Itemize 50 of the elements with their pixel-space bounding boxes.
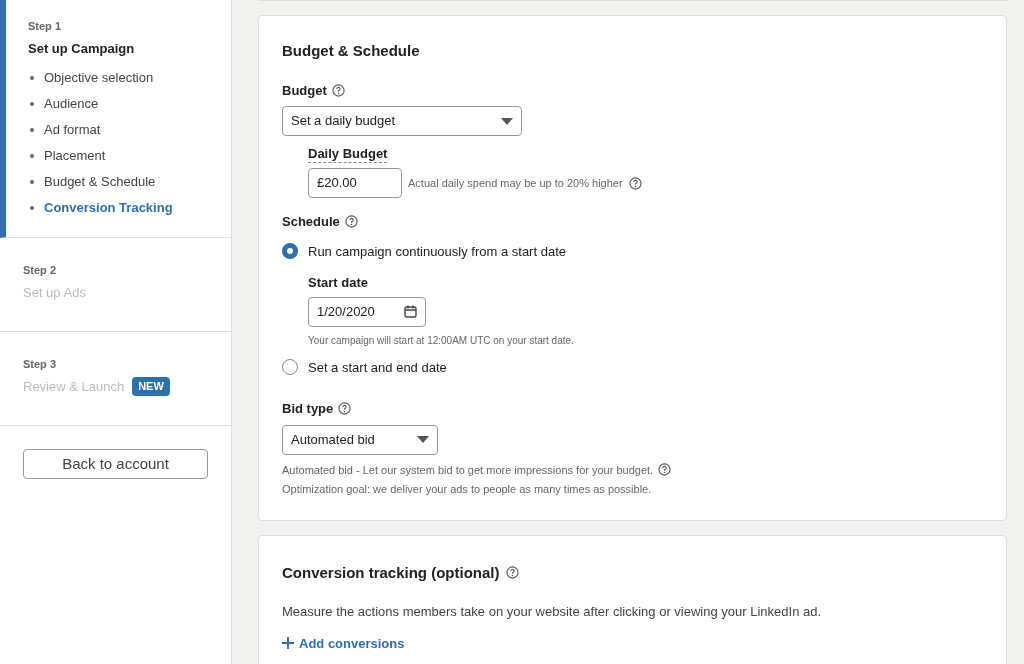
- step-item[interactable]: Objective selection: [44, 69, 154, 87]
- radio-label: Run campaign continuously from a start date: [308, 242, 566, 261]
- help-icon[interactable]: [505, 566, 519, 580]
- help-icon[interactable]: [344, 215, 358, 229]
- section-title: Conversion tracking (optional): [282, 562, 500, 583]
- field-label: Start date: [308, 274, 369, 292]
- calendar-icon: [404, 305, 417, 318]
- daily-budget-field[interactable]: £20.00: [308, 168, 402, 198]
- step-title: Review & Launch: [23, 377, 125, 396]
- bullet-icon: [30, 76, 34, 80]
- help-icon[interactable]: [338, 402, 352, 416]
- hint-text: Actual daily spend may be up to 20% higher: [408, 175, 623, 191]
- description-text: Automated bid - Let our system bid to get more impressions for your budget.: [282, 462, 654, 478]
- step-title: Set up Ads: [23, 283, 86, 302]
- step-item[interactable]: Ad format: [44, 121, 101, 139]
- start-date-field[interactable]: 1/20/2020: [308, 296, 426, 327]
- section-title: Budget & Schedule: [282, 41, 421, 61]
- add-conversions-link[interactable]: Add conversions: [282, 633, 405, 653]
- step-title: Set up Campaign: [28, 39, 135, 58]
- description-text: Optimization goal: we deliver your ads to people as many times as possible.: [282, 482, 652, 497]
- bullet-icon: [30, 206, 34, 210]
- bullet-icon: [30, 128, 34, 132]
- step-number: Step 2: [23, 263, 57, 278]
- back-button[interactable]: Back to account: [23, 449, 208, 479]
- bullet-icon: [30, 180, 34, 184]
- budget-select[interactable]: Set a daily budget: [282, 106, 522, 136]
- step-number: Step 3: [23, 357, 57, 372]
- new-badge: NEW: [132, 377, 170, 396]
- help-icon[interactable]: [331, 83, 345, 97]
- field-label: Daily Budget: [308, 146, 388, 163]
- bullet-icon: [30, 102, 34, 106]
- plus-icon: [282, 637, 294, 650]
- step-item[interactable]: Conversion Tracking: [44, 199, 173, 217]
- radio-button[interactable]: [282, 243, 298, 260]
- caret-icon: [501, 117, 513, 125]
- note-text: Your campaign will start at 12:00AM UTC on your start date.: [308, 333, 575, 348]
- caret-icon: [417, 436, 429, 443]
- step-item[interactable]: Placement: [44, 147, 106, 165]
- description-text: Measure the actions members take on your website after clicking or viewing your LinkedIn ad.: [282, 603, 823, 621]
- bullet-icon: [30, 154, 34, 158]
- help-icon[interactable]: [628, 176, 642, 190]
- help-icon[interactable]: [658, 463, 672, 477]
- bid-type-select[interactable]: Automated bid: [282, 424, 438, 455]
- field-label: Schedule: [282, 213, 340, 231]
- radio-label: Set a start and end date: [308, 358, 447, 377]
- field-label: Budget: [282, 81, 327, 100]
- field-label: Bid type: [282, 400, 334, 418]
- step-number: Step 1: [28, 19, 62, 34]
- step-item[interactable]: Budget & Schedule: [44, 173, 156, 191]
- step-item[interactable]: Audience: [44, 95, 99, 113]
